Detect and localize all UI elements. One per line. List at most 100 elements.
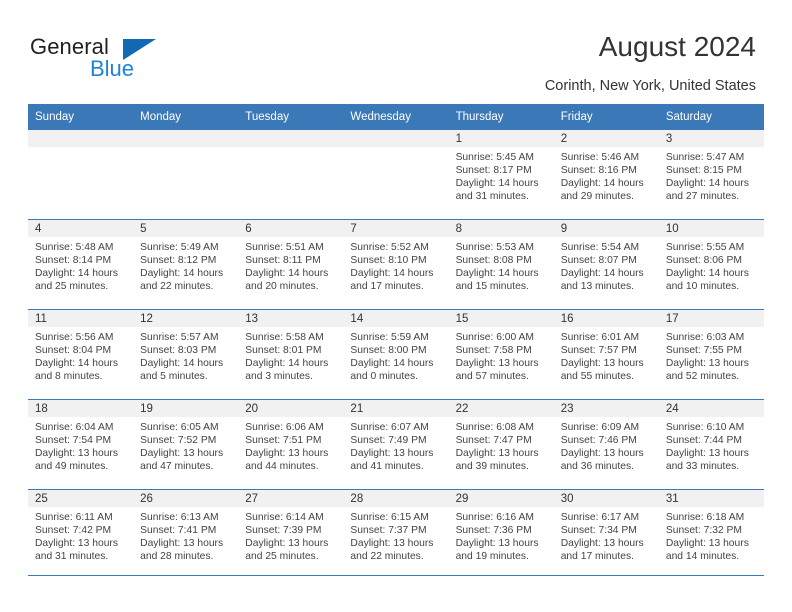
day-cell-details: Sunrise: 6:13 AM Sunset: 7:41 PM Daylight:… [133, 507, 238, 563]
day-cell-details: Sunrise: 6:11 AM Sunset: 7:42 PM Daylight:… [28, 507, 133, 563]
calendar-day-cell[interactable]: 23 Sunrise: 6:09 AM Sunset: 7:46 PM Dayligh… [553, 399, 659, 490]
calendar-day-cell[interactable]: 10 Sunrise: 5:55 AM Sunset: 8:06 PM Dayligh… [658, 219, 764, 310]
calendar-day-cell[interactable]: 21 Sunrise: 6:07 AM Sunset: 7:49 PM Dayligh… [343, 399, 449, 490]
calendar-day-cell[interactable]: 28 Sunrise: 6:15 AM Sunset: 7:37 PM Dayligh… [343, 489, 449, 579]
daylight-text: Daylight: 13 hours and 39 minutes. [455, 448, 539, 473]
sunset-text: Sunset: 7:58 PM [455, 345, 532, 357]
calendar-grid: Sunday Monday Tuesday Wednesday Thursday… [28, 104, 764, 579]
day-cell-inner: 17 Sunrise: 6:03 AM Sunset: 7:55 PM Dayligh… [658, 310, 764, 399]
daylight-text: Daylight: 13 hours and 52 minutes. [665, 358, 749, 383]
day-number: 8 [448, 220, 554, 237]
day-cell-inner: 16 Sunrise: 6:01 AM Sunset: 7:57 PM Dayligh… [553, 310, 659, 399]
day-cell-inner: 29 Sunrise: 6:16 AM Sunset: 7:36 PM Dayligh… [448, 490, 554, 579]
calendar-week-row: 18 Sunrise: 6:04 AM Sunset: 7:54 PM Dayligh… [28, 399, 764, 490]
sunset-text: Sunset: 8:14 PM [35, 255, 112, 267]
day-cell-details: Sunrise: 6:01 AM Sunset: 7:57 PM Daylight:… [554, 327, 659, 383]
day-cell-inner: 30 Sunrise: 6:17 AM Sunset: 7:34 PM Dayligh… [553, 490, 659, 579]
calendar-day-cell[interactable]: 6 Sunrise: 5:51 AM Sunset: 8:11 PM Daylight… [238, 219, 344, 310]
calendar-day-cell-empty [343, 130, 449, 220]
daylight-text: Daylight: 13 hours and 22 minutes. [350, 538, 434, 563]
day-cell-inner: 25 Sunrise: 6:11 AM Sunset: 7:42 PM Dayligh… [28, 490, 134, 579]
day-number: 26 [133, 490, 239, 507]
calendar-day-cell[interactable]: 15 Sunrise: 6:00 AM Sunset: 7:58 PM Dayligh… [448, 309, 554, 400]
calendar-day-cell[interactable]: 9 Sunrise: 5:54 AM Sunset: 8:07 PM Daylight… [553, 219, 659, 310]
calendar-day-cell[interactable]: 1 Sunrise: 5:45 AM Sunset: 8:17 PM Daylight… [448, 130, 554, 220]
calendar-bottom-rule [28, 575, 764, 576]
sunrise-text: Sunrise: 6:15 AM [350, 512, 429, 523]
day-cell-inner: 23 Sunrise: 6:09 AM Sunset: 7:46 PM Dayligh… [553, 400, 659, 489]
day-number: 5 [133, 220, 239, 237]
sunset-text: Sunset: 8:15 PM [665, 165, 742, 177]
sunrise-text: Sunrise: 5:57 AM [140, 332, 219, 343]
calendar-day-cell[interactable]: 3 Sunrise: 5:47 AM Sunset: 8:15 PM Daylight… [658, 130, 764, 220]
sunset-text: Sunset: 8:06 PM [665, 255, 742, 267]
calendar-day-cell[interactable]: 19 Sunrise: 6:05 AM Sunset: 7:52 PM Dayligh… [133, 399, 239, 490]
calendar-day-cell[interactable]: 17 Sunrise: 6:03 AM Sunset: 7:55 PM Dayligh… [658, 309, 764, 400]
calendar-day-cell[interactable]: 4 Sunrise: 5:48 AM Sunset: 8:14 PM Daylight… [28, 219, 134, 310]
day-number: 21 [343, 400, 449, 417]
calendar-day-cell[interactable]: 12 Sunrise: 5:57 AM Sunset: 8:03 PM Dayligh… [133, 309, 239, 400]
day-cell-inner: 26 Sunrise: 6:13 AM Sunset: 7:41 PM Dayligh… [133, 490, 239, 579]
day-cell-inner: 11 Sunrise: 5:56 AM Sunset: 8:04 PM Dayligh… [28, 310, 134, 399]
day-cell-details: Sunrise: 5:48 AM Sunset: 8:14 PM Daylight:… [28, 237, 133, 293]
calendar-day-cell[interactable]: 31 Sunrise: 6:18 AM Sunset: 7:32 PM Dayligh… [658, 489, 764, 579]
calendar-day-cell[interactable]: 13 Sunrise: 5:58 AM Sunset: 8:01 PM Dayligh… [238, 309, 344, 400]
day-number [133, 130, 239, 147]
calendar-day-cell[interactable]: 24 Sunrise: 6:10 AM Sunset: 7:44 PM Dayligh… [658, 399, 764, 490]
calendar-week-row: 1 Sunrise: 5:45 AM Sunset: 8:17 PM Daylight… [28, 130, 764, 220]
calendar-day-cell[interactable]: 14 Sunrise: 5:59 AM Sunset: 8:00 PM Dayligh… [343, 309, 449, 400]
sunrise-text: Sunrise: 6:10 AM [665, 422, 745, 433]
calendar-day-cell[interactable]: 22 Sunrise: 6:08 AM Sunset: 7:47 PM Dayligh… [448, 399, 554, 490]
day-cell-inner: 10 Sunrise: 5:55 AM Sunset: 8:06 PM Dayligh… [658, 220, 764, 309]
sunset-text: Sunset: 8:04 PM [35, 345, 112, 357]
daylight-text: Daylight: 13 hours and 44 minutes. [245, 448, 329, 473]
sunset-text: Sunset: 7:51 PM [245, 435, 322, 447]
daylight-text: Daylight: 14 hours and 22 minutes. [140, 268, 224, 293]
weekday-header-monday: Monday [133, 104, 239, 130]
sunrise-text: Sunrise: 6:13 AM [140, 512, 219, 523]
sunrise-text: Sunrise: 5:54 AM [560, 242, 640, 253]
weekday-header-wednesday: Wednesday [343, 104, 449, 130]
calendar-day-cell[interactable]: 20 Sunrise: 6:06 AM Sunset: 7:51 PM Dayligh… [238, 399, 344, 490]
calendar-day-cell[interactable]: 30 Sunrise: 6:17 AM Sunset: 7:34 PM Dayligh… [553, 489, 659, 579]
general-blue-logo[interactable]: General Blue [30, 34, 230, 86]
sunrise-text: Sunrise: 5:55 AM [665, 242, 745, 253]
calendar-day-cell[interactable]: 16 Sunrise: 6:01 AM Sunset: 7:57 PM Dayligh… [553, 309, 659, 400]
calendar-day-cell[interactable]: 27 Sunrise: 6:14 AM Sunset: 7:39 PM Dayligh… [238, 489, 344, 579]
calendar-day-cell[interactable]: 7 Sunrise: 5:52 AM Sunset: 8:10 PM Daylight… [343, 219, 449, 310]
daylight-text: Daylight: 13 hours and 28 minutes. [140, 538, 224, 563]
daylight-text: Daylight: 14 hours and 3 minutes. [245, 358, 329, 383]
day-number: 1 [448, 130, 554, 147]
day-cell-inner: 2 Sunrise: 5:46 AM Sunset: 8:16 PM Daylight… [553, 130, 659, 219]
daylight-text: Daylight: 13 hours and 41 minutes. [350, 448, 434, 473]
logo-text-blue: Blue [90, 56, 135, 81]
sunrise-text: Sunrise: 5:59 AM [350, 332, 429, 343]
day-cell-details: Sunrise: 5:51 AM Sunset: 8:11 PM Daylight:… [238, 237, 343, 293]
daylight-text: Daylight: 14 hours and 13 minutes. [560, 268, 644, 293]
sunrise-text: Sunrise: 6:01 AM [560, 332, 640, 343]
calendar-day-cell[interactable]: 29 Sunrise: 6:16 AM Sunset: 7:36 PM Dayligh… [448, 489, 554, 579]
day-number: 14 [343, 310, 449, 327]
calendar-day-cell[interactable]: 18 Sunrise: 6:04 AM Sunset: 7:54 PM Dayligh… [28, 399, 134, 490]
daylight-text: Daylight: 14 hours and 15 minutes. [455, 268, 539, 293]
sunrise-text: Sunrise: 5:47 AM [665, 152, 745, 163]
day-cell-inner: 14 Sunrise: 5:59 AM Sunset: 8:00 PM Dayligh… [343, 310, 449, 399]
calendar-day-cell[interactable]: 8 Sunrise: 5:53 AM Sunset: 8:08 PM Daylight… [448, 219, 554, 310]
day-cell-inner: 3 Sunrise: 5:47 AM Sunset: 8:15 PM Daylight… [658, 130, 764, 219]
day-cell-details: Sunrise: 5:56 AM Sunset: 8:04 PM Daylight:… [28, 327, 133, 383]
calendar-day-cell[interactable]: 25 Sunrise: 6:11 AM Sunset: 7:42 PM Dayligh… [28, 489, 134, 579]
sunrise-text: Sunrise: 5:56 AM [35, 332, 114, 343]
day-cell-details: Sunrise: 5:58 AM Sunset: 8:01 PM Daylight:… [238, 327, 343, 383]
daylight-text: Daylight: 14 hours and 20 minutes. [245, 268, 329, 293]
day-number: 16 [553, 310, 659, 327]
day-cell-inner: 19 Sunrise: 6:05 AM Sunset: 7:52 PM Dayligh… [133, 400, 239, 489]
day-cell-inner [28, 130, 134, 219]
calendar-day-cell[interactable]: 2 Sunrise: 5:46 AM Sunset: 8:16 PM Daylight… [553, 130, 659, 220]
sunset-text: Sunset: 7:34 PM [560, 525, 637, 537]
calendar-day-cell[interactable]: 26 Sunrise: 6:13 AM Sunset: 7:41 PM Dayligh… [133, 489, 239, 579]
calendar-day-cell[interactable]: 11 Sunrise: 5:56 AM Sunset: 8:04 PM Dayligh… [28, 309, 134, 400]
calendar-day-cell[interactable]: 5 Sunrise: 5:49 AM Sunset: 8:12 PM Daylight… [133, 219, 239, 310]
daylight-text: Daylight: 14 hours and 8 minutes. [35, 358, 118, 383]
calendar-page: General Blue August 2024 Corinth, New Yo… [0, 0, 792, 612]
sunrise-text: Sunrise: 6:14 AM [245, 512, 324, 523]
